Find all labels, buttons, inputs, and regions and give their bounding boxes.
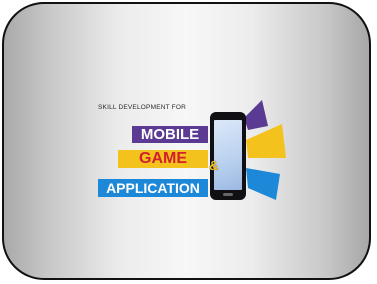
logo-game-band: GAME — [118, 150, 208, 168]
phone-home-button — [223, 193, 233, 196]
phone-screen — [214, 120, 242, 190]
image-card: SKILL DEVELOPMENT FOR MOBILE GAME APPLIC… — [2, 2, 371, 280]
logo-ampersand: & — [209, 158, 219, 173]
logo-mobile-band: MOBILE — [132, 126, 208, 143]
skill-development-logo: SKILL DEVELOPMENT FOR MOBILE GAME APPLIC… — [92, 96, 292, 208]
logo-application-band: APPLICATION — [98, 179, 208, 197]
phone-icon — [210, 112, 246, 200]
